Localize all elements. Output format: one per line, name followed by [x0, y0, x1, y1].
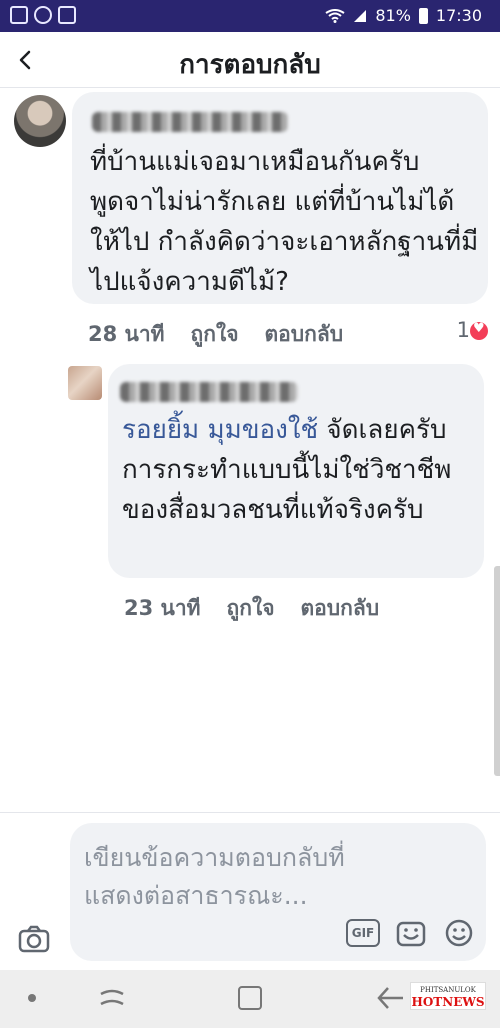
nav-dot-icon[interactable]: [28, 994, 36, 1002]
nav-back-icon[interactable]: [376, 984, 406, 1012]
reaction-count[interactable]: 1: [457, 318, 470, 342]
emoji-button[interactable]: [442, 919, 476, 947]
comment-author-blurred[interactable]: [92, 112, 288, 132]
reply-reply-button[interactable]: ตอบกลับ: [301, 592, 380, 625]
status-right: 81% 17:30: [325, 6, 482, 25]
reply-time: 23 นาที: [124, 596, 201, 620]
battery-icon: [418, 7, 428, 24]
watermark-line2: HOTNEWS: [411, 995, 485, 1009]
page-title: การตอบกลับ: [179, 50, 321, 80]
comment-bubble[interactable]: ที่บ้านแม่เจอมาเหมือนกันครับ พูดจาไม่น่า…: [72, 92, 488, 304]
recents-icon[interactable]: [98, 986, 126, 1012]
avatar[interactable]: [14, 95, 66, 147]
comment-time: 28 นาที: [88, 322, 165, 346]
comment-text: ที่บ้านแม่เจอมาเหมือนกันครับ พูดจาไม่น่า…: [90, 147, 479, 297]
notification-icon: [58, 6, 76, 24]
camera-button[interactable]: [18, 925, 50, 953]
reply-avatar[interactable]: [68, 366, 102, 400]
reply-like-button[interactable]: ถูกใจ: [227, 592, 275, 625]
like-button[interactable]: ถูกใจ: [191, 318, 239, 351]
comment-actions: 28 นาที ถูกใจ ตอบกลับ: [88, 318, 343, 351]
mention-link[interactable]: รอยยิ้ม มุมของใช้: [122, 415, 318, 445]
sticker-button[interactable]: [394, 919, 428, 947]
wifi-icon: [325, 8, 345, 23]
emoji-icon: [445, 919, 473, 947]
signal-icon: [354, 9, 367, 22]
love-reaction-icon[interactable]: [470, 321, 488, 340]
gif-icon[interactable]: GIF: [346, 919, 380, 947]
messenger-icon: [34, 6, 52, 24]
status-time: 17:30: [435, 6, 482, 25]
sticker-icon: [396, 921, 426, 947]
camera-icon: [18, 925, 50, 953]
reply-input-placeholder: เขียนข้อความตอบกลับที่แสดงต่อสาธารณะ...: [84, 843, 345, 910]
reply-author-blurred[interactable]: [120, 382, 298, 402]
scrollbar[interactable]: [494, 566, 500, 776]
reply-bubble[interactable]: รอยยิ้ม มุมของใช้ จัดเลยครับการกระทำแบบน…: [108, 364, 484, 578]
composer: เขียนข้อความตอบกลับที่แสดงต่อสาธารณะ... …: [0, 812, 500, 970]
watermark-logo: PHITSANULOK HOTNEWS: [410, 982, 486, 1010]
page-header: การตอบกลับ: [0, 32, 500, 88]
status-left-icons: [10, 6, 76, 24]
watermark-line1: PHITSANULOK: [420, 986, 476, 994]
reply-text: รอยยิ้ม มุมของใช้ จัดเลยครับการกระทำแบบน…: [122, 410, 478, 530]
battery-percent: 81%: [375, 6, 411, 25]
reply-actions: 23 นาที ถูกใจ ตอบกลับ: [124, 592, 379, 625]
home-icon[interactable]: [238, 986, 262, 1010]
gallery-icon: [10, 6, 28, 24]
status-bar: 81% 17:30: [0, 0, 500, 32]
reply-button[interactable]: ตอบกลับ: [265, 318, 344, 351]
reply-input[interactable]: เขียนข้อความตอบกลับที่แสดงต่อสาธารณะ... …: [70, 823, 486, 961]
